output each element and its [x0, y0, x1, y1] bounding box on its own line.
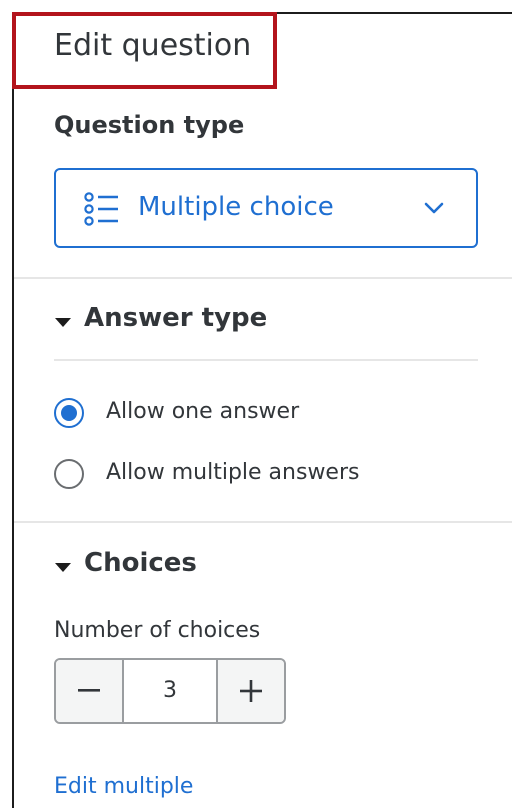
question-type-label: Question type [54, 111, 245, 139]
choices-title: Choices [84, 548, 197, 578]
chevron-down-icon [424, 200, 444, 214]
section-subdivider [54, 359, 478, 361]
increment-button[interactable] [216, 660, 284, 722]
section-divider [14, 277, 512, 279]
answer-type-title: Answer type [84, 303, 268, 333]
question-type-dropdown[interactable]: Multiple choice [54, 168, 478, 248]
list-icon [84, 192, 120, 226]
radio-button-unchecked[interactable] [54, 459, 84, 489]
radio-allow-multiple-answers[interactable]: Allow multiple answers [54, 457, 434, 491]
decrement-button[interactable] [56, 660, 124, 722]
number-of-choices-value[interactable]: 3 [124, 660, 216, 722]
radio-label: Allow one answer [106, 399, 300, 424]
minus-icon [78, 689, 100, 692]
plus-icon [240, 680, 262, 702]
radio-allow-one-answer[interactable]: Allow one answer [54, 396, 434, 430]
number-of-choices-stepper: 3 [54, 658, 286, 724]
caret-down-icon [54, 558, 72, 572]
number-of-choices-label: Number of choices [54, 618, 261, 643]
radio-button-checked[interactable] [54, 398, 84, 428]
edit-multiple-link[interactable]: Edit multiple [54, 774, 193, 799]
caret-down-icon [54, 313, 72, 327]
section-divider [14, 521, 512, 523]
radio-label: Allow multiple answers [106, 460, 360, 485]
title-highlight-box [12, 12, 277, 89]
question-type-value: Multiple choice [138, 192, 334, 222]
